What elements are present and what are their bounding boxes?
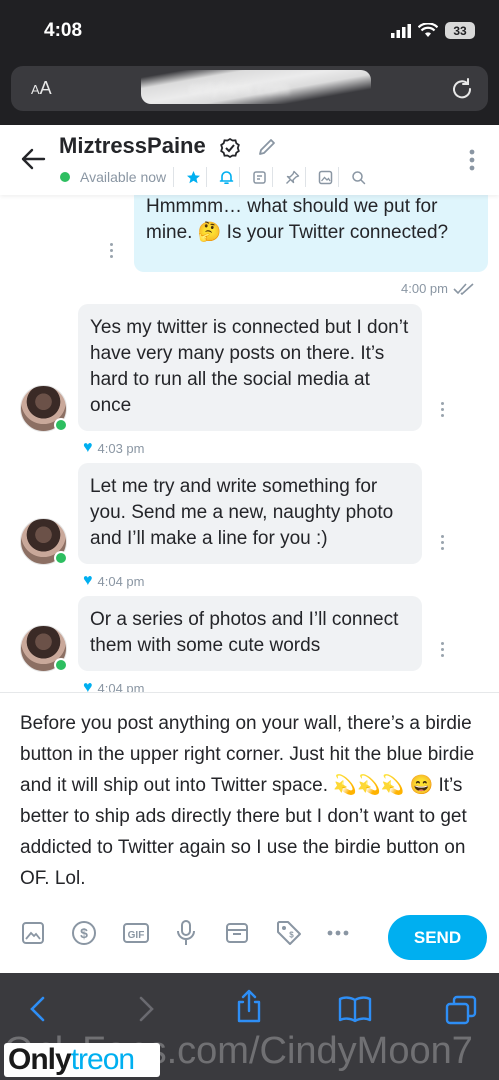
message-bubble-incoming: Yes my twitter is connected but I don’t …: [78, 304, 422, 431]
image-icon[interactable]: [20, 918, 71, 948]
message-input[interactable]: Before you post anything on your wall, t…: [20, 708, 482, 894]
online-indicator: [60, 172, 70, 182]
message-bubble-outgoing: Hmmmm… what should we put for mine. 🤔 Is…: [134, 195, 488, 272]
microphone-icon[interactable]: [173, 918, 224, 948]
price-tag-icon[interactable]: $: [275, 918, 326, 948]
svg-text:$: $: [289, 931, 294, 940]
avatar[interactable]: [20, 385, 68, 432]
chat-username[interactable]: MiztressPaine: [59, 133, 206, 159]
message-timestamp: 4:00 pm: [401, 281, 475, 296]
svg-text:$: $: [80, 925, 88, 941]
message-time: 4:00 pm: [401, 281, 448, 296]
liked-heart-icon[interactable]: ♥: [83, 572, 93, 590]
avatar[interactable]: [20, 625, 68, 672]
verified-badge-icon: [220, 137, 240, 159]
message-timestamp: ♥ 4:04 pm: [83, 679, 144, 692]
liked-heart-icon[interactable]: ♥: [83, 439, 93, 457]
message-timestamp: ♥ 4:03 pm: [83, 439, 144, 457]
avatar-online-dot: [54, 418, 68, 432]
share-icon[interactable]: [234, 989, 264, 1023]
pin-icon[interactable]: [272, 167, 305, 187]
gallery-icon[interactable]: [305, 167, 338, 187]
message-composer: Before you post anything on your wall, t…: [0, 692, 499, 973]
back-arrow-icon[interactable]: [20, 147, 46, 171]
svg-text:GIF: GIF: [128, 930, 145, 941]
url-bar[interactable]: AAAA onlyfans.com: [11, 66, 488, 111]
composer-toolbar: $ GIF $: [20, 918, 377, 948]
chat-header: MiztressPaine Available now: [0, 125, 499, 195]
watermark-logo-only: Only: [8, 1043, 72, 1076]
wifi-icon: [418, 23, 438, 37]
message-options-icon[interactable]: [110, 243, 113, 258]
edit-pencil-icon[interactable]: [257, 137, 277, 157]
avatar-online-dot: [54, 551, 68, 565]
message-time: 4:03 pm: [97, 440, 145, 456]
more-vertical-icon[interactable]: [469, 149, 475, 171]
cellular-signal-icon: [391, 23, 411, 38]
message-options-icon[interactable]: [441, 535, 444, 550]
reload-icon[interactable]: [450, 76, 474, 100]
status-icons: 33: [391, 22, 475, 39]
forward-chevron-icon[interactable]: [136, 995, 156, 1023]
dollar-icon[interactable]: $: [71, 918, 122, 948]
status-time: 4:08: [44, 20, 83, 41]
message-options-icon[interactable]: [441, 402, 444, 417]
send-button[interactable]: SEND: [388, 915, 487, 960]
notification-bell-icon[interactable]: [206, 167, 239, 187]
message-timestamp: ♥ 4:04 pm: [83, 572, 144, 590]
liked-heart-icon[interactable]: ♥: [83, 679, 93, 692]
more-icon[interactable]: [326, 918, 377, 948]
notes-icon[interactable]: [239, 167, 272, 187]
message-time: 4:04 pm: [97, 573, 145, 589]
battery-icon: 33: [445, 22, 475, 39]
avatar[interactable]: [20, 518, 68, 565]
search-icon[interactable]: [338, 167, 371, 187]
watermark-logo: Only treon: [4, 1043, 160, 1077]
message-bubble-incoming: Or a series of photos and I’ll connect t…: [78, 596, 422, 671]
message-bubble-incoming: Let me try and write something for you. …: [78, 463, 422, 564]
favorite-star-icon[interactable]: [173, 167, 206, 187]
online-status: Available now: [80, 169, 167, 185]
tabs-icon[interactable]: [445, 995, 477, 1025]
vault-icon[interactable]: [224, 918, 275, 948]
message-options-icon[interactable]: [441, 642, 444, 657]
bookmarks-icon[interactable]: [338, 995, 372, 1023]
message-list[interactable]: Hmmmm… what should we put for mine. 🤔 Is…: [0, 195, 499, 692]
message-time: 4:04 pm: [97, 680, 145, 693]
avatar-online-dot: [54, 658, 68, 672]
reader-mode-button[interactable]: AAAA: [31, 78, 52, 99]
url-text: onlyfans.com: [189, 79, 290, 98]
chat-header-actions: [173, 167, 371, 187]
browser-chrome-top: 4:08 33 AAAA onlyfans.com: [0, 0, 499, 125]
read-check-icon: [453, 282, 474, 295]
watermark-logo-treon: treon: [70, 1043, 135, 1076]
gif-icon[interactable]: GIF: [122, 918, 173, 948]
back-chevron-icon[interactable]: [28, 995, 48, 1023]
